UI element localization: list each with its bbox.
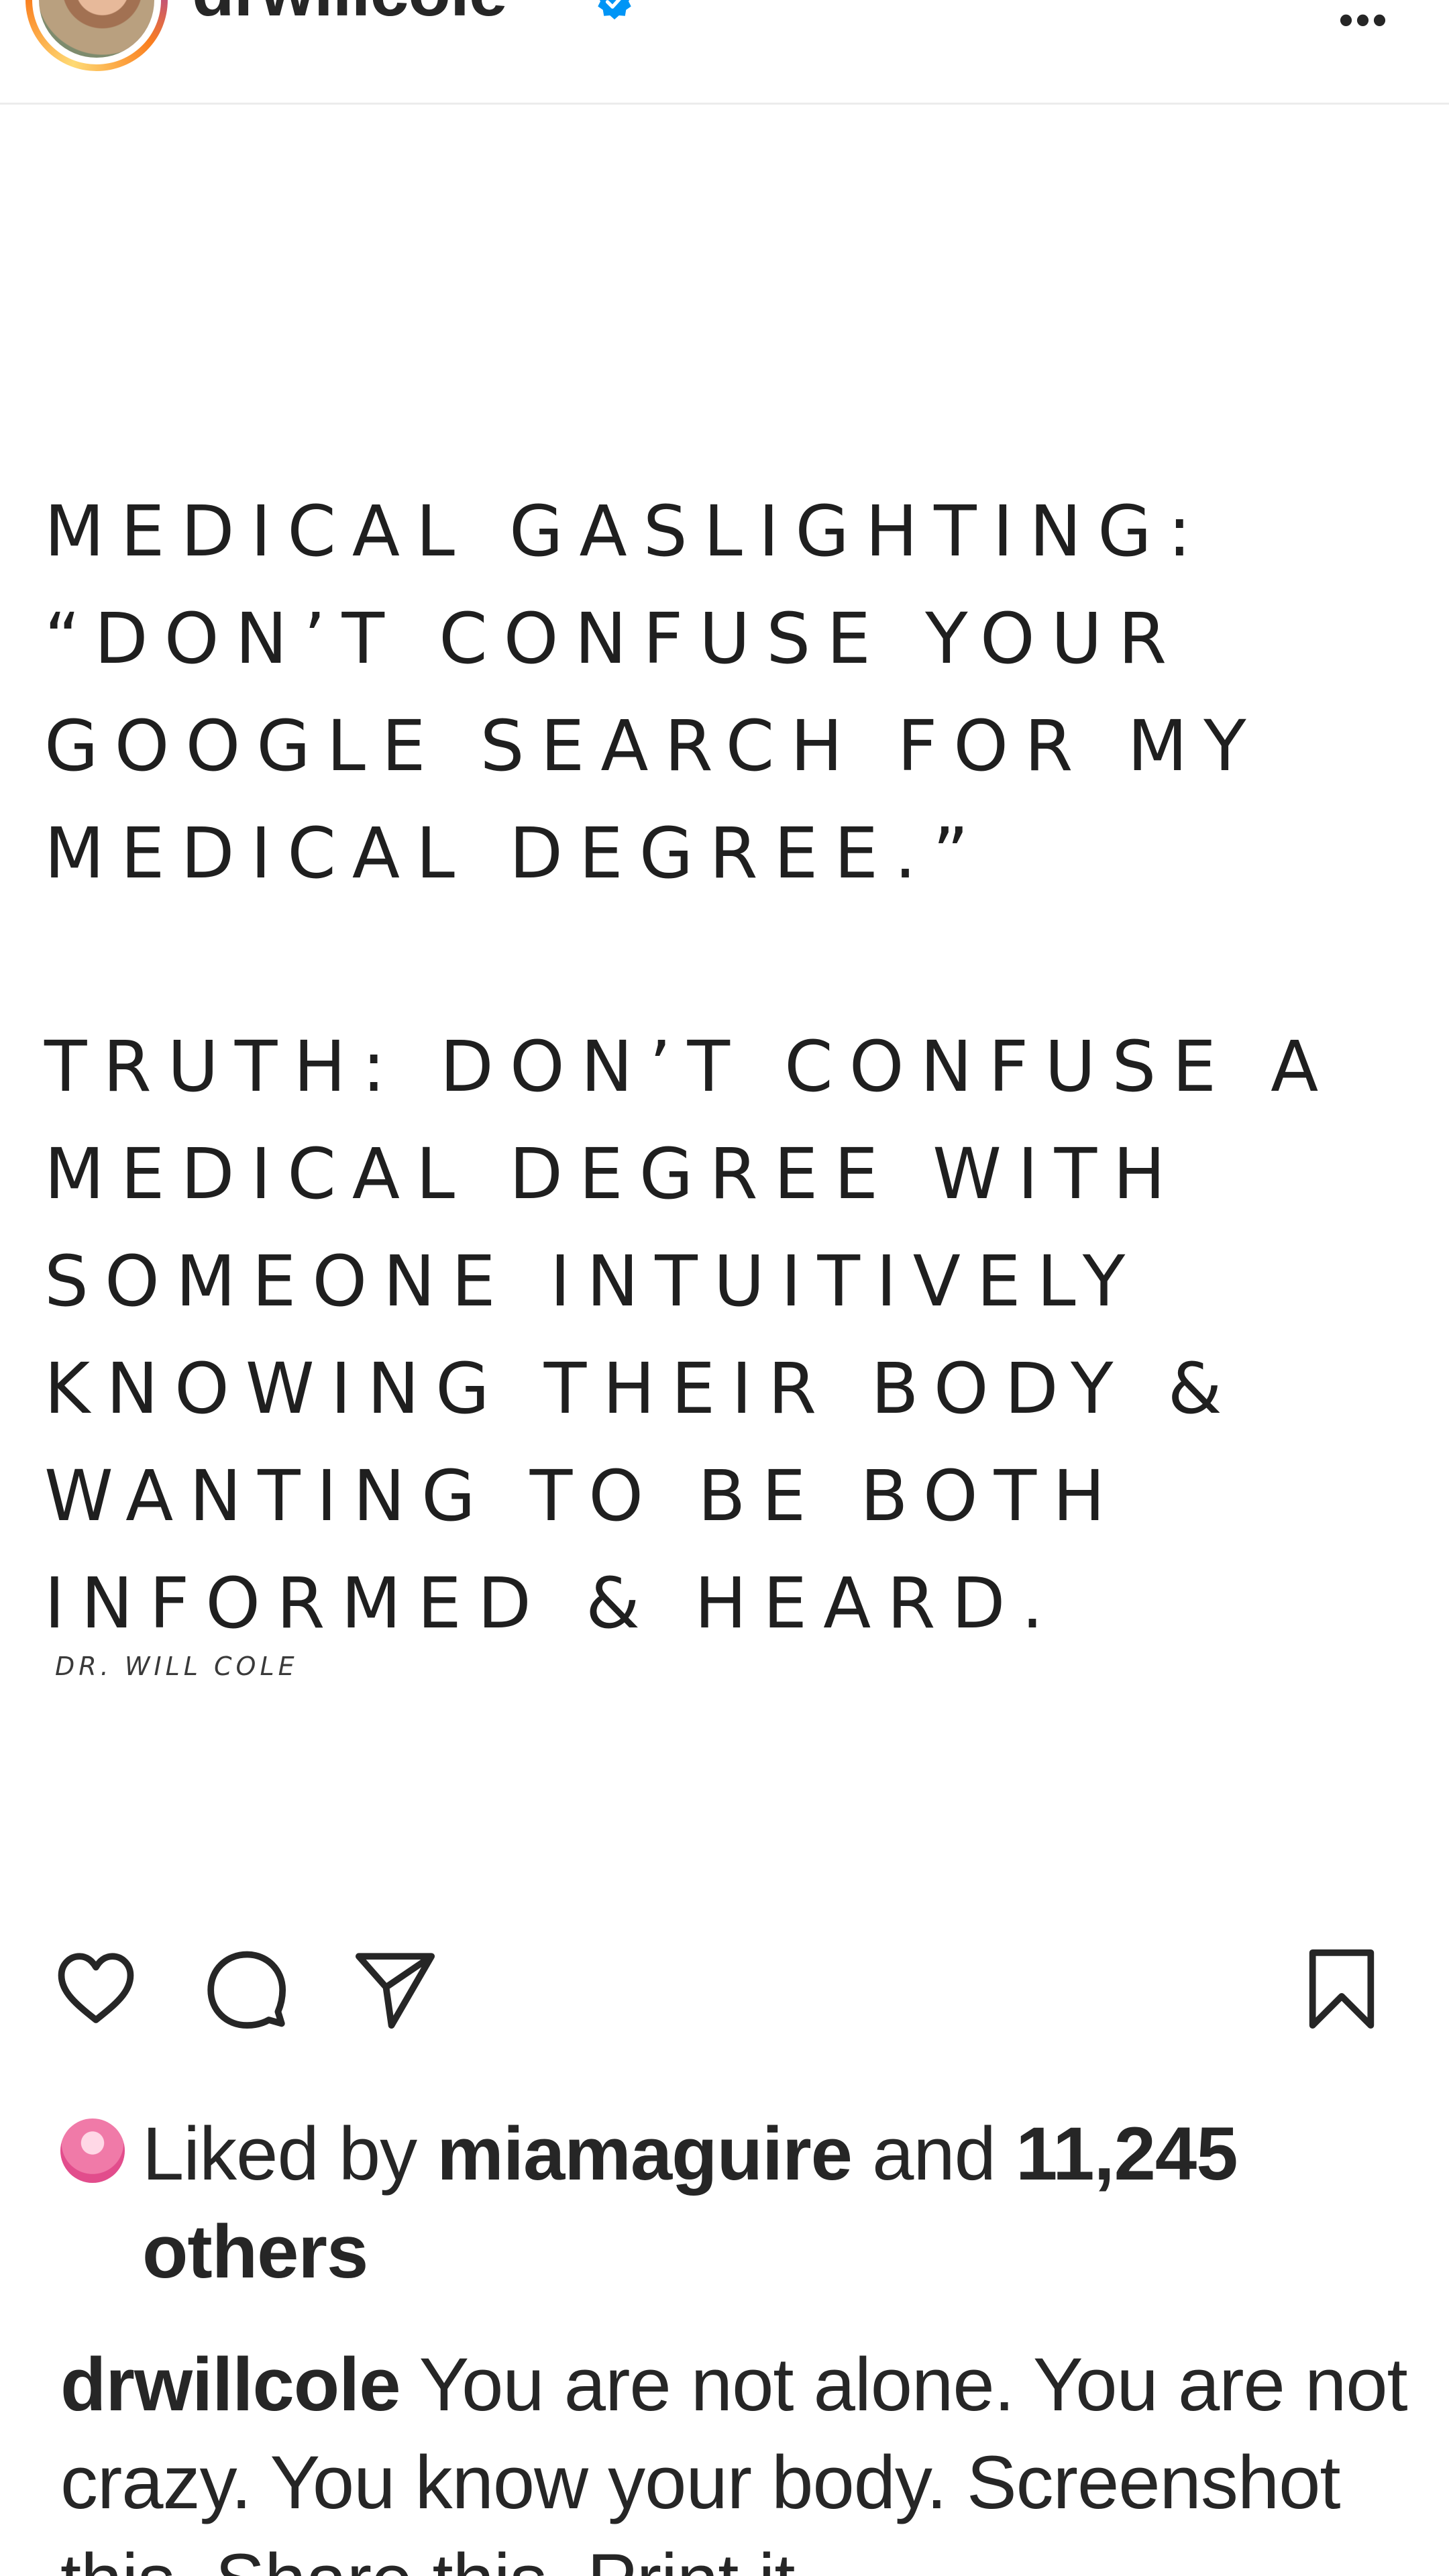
liker-username[interactable]: miamaguire <box>437 2112 853 2196</box>
quote-line: INFORMED & HEARD. <box>44 1562 1060 1644</box>
likes-count[interactable]: 11,245 <box>1016 2112 1238 2196</box>
liker-avatar[interactable] <box>60 2118 125 2183</box>
comment-icon[interactable] <box>203 1945 290 2033</box>
post-caption: drwillcole You are not alone. You are no… <box>60 2336 1415 2576</box>
quote-line: MEDICAL DEGREE WITH <box>44 1133 1182 1215</box>
verified-badge-icon <box>598 0 631 19</box>
username[interactable]: drwillcole <box>192 0 508 27</box>
post-image[interactable]: MEDICAL GASLIGHTING: “DON’T CONFUSE YOUR… <box>0 105 1449 1916</box>
quote-line: TRUTH: DON’T CONFUSE A <box>44 1026 1335 1108</box>
bookmark-icon[interactable] <box>1300 1945 1383 2033</box>
quote-signature: DR. WILL COLE <box>55 1652 299 1681</box>
avatar-photo <box>39 0 154 58</box>
likes-suffix[interactable]: others <box>142 2210 368 2294</box>
more-options-button[interactable]: ••• <box>1339 0 1389 40</box>
action-bar <box>0 1945 1449 2053</box>
quote-line: “DON’T CONFUSE YOUR <box>44 598 1183 680</box>
quote-line: SOMEONE INTUITIVELY <box>44 1240 1142 1322</box>
quote-line: MEDICAL GASLIGHTING: <box>44 490 1208 572</box>
share-icon[interactable] <box>352 1945 439 2033</box>
profile-avatar[interactable] <box>25 0 168 71</box>
instagram-post-screen: drwillcole ••• MEDICAL GASLIGHTING: “DON… <box>0 0 1449 2576</box>
likes-connector: and <box>872 2112 996 2196</box>
quote-line: WANTING TO BE BOTH <box>44 1455 1122 1537</box>
likes-summary[interactable]: Liked by miamaguire and 11,245 others <box>142 2105 1417 2301</box>
caption-username[interactable]: drwillcole <box>60 2343 401 2426</box>
quote-line: GOOGLE SEARCH FOR MY <box>44 705 1263 787</box>
likes-prefix: Liked by <box>142 2112 417 2196</box>
heart-icon[interactable] <box>52 1945 140 2033</box>
quote-line: MEDICAL DEGREE.” <box>44 812 985 894</box>
post-header: drwillcole ••• <box>0 0 1449 105</box>
quote-line: KNOWING THEIR BODY & <box>44 1348 1238 1430</box>
